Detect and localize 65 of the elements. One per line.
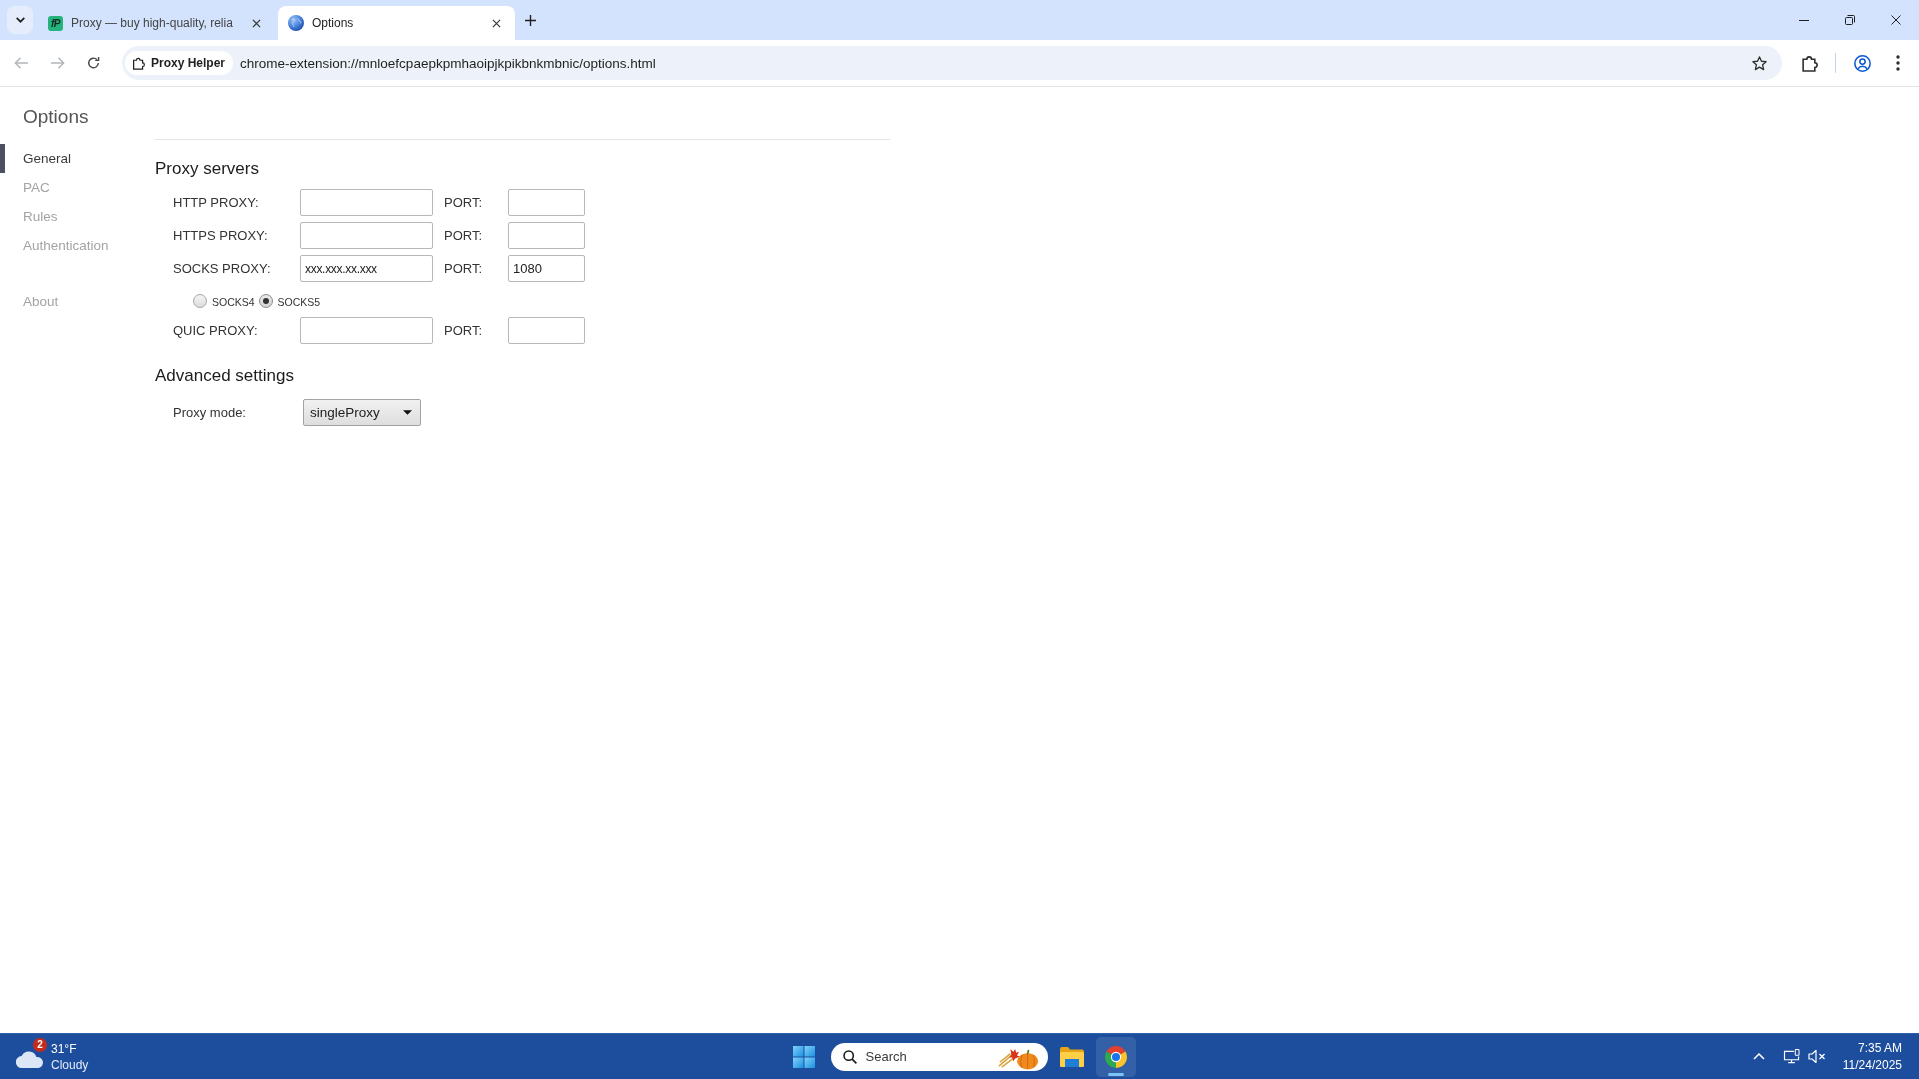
radio-button[interactable]: [193, 293, 207, 308]
globe-icon: [288, 15, 304, 31]
back-arrow-icon: [13, 56, 29, 70]
search-icon: [842, 1049, 857, 1064]
clock-time: 7:35 AM: [1857, 1039, 1902, 1057]
field-label: HTTP PROXY:: [173, 195, 259, 210]
site-info-chip[interactable]: Proxy Helper: [125, 51, 234, 75]
port-field[interactable]: [508, 222, 585, 249]
port-label: PORT:: [444, 261, 483, 276]
temperature-text: 31°F: [51, 1040, 77, 1057]
speaker-icon[interactable]: [1807, 1049, 1826, 1064]
site-logo: fP: [48, 15, 63, 31]
field-label: Proxy mode:: [173, 405, 246, 420]
section-heading: Advanced settings: [155, 365, 294, 387]
port-label: PORT:: [444, 323, 483, 338]
section-heading: Proxy servers: [155, 158, 259, 180]
close-icon[interactable]: [1891, 15, 1901, 25]
restore-icon[interactable]: [1845, 15, 1855, 25]
field-label: QUIC PROXY:: [173, 323, 258, 338]
proxy-host-field[interactable]: xxx.xxx.xx.xxx: [300, 255, 433, 282]
puzzle-piece-icon: [1800, 54, 1818, 72]
radio-label[interactable]: SOCKS5: [277, 295, 321, 308]
notification-badge: 2: [33, 1038, 47, 1052]
port-field[interactable]: [508, 317, 585, 344]
nav-item[interactable]: General: [0, 144, 72, 173]
proxy-mode-dropdown[interactable]: singleProxy: [303, 399, 421, 426]
port-label: PORT:: [444, 228, 483, 243]
chevron-up-icon[interactable]: [1752, 1053, 1765, 1060]
radio-button[interactable]: [258, 293, 273, 308]
network-monitor-icon[interactable]: [1782, 1049, 1801, 1064]
close-icon[interactable]: [252, 18, 261, 28]
caret-icon: [403, 410, 412, 415]
sidebar-title: Options: [23, 105, 89, 129]
browser-tab[interactable]: fP Proxy — buy high-quality, relia: [38, 6, 275, 40]
port-field[interactable]: [508, 189, 585, 216]
indicator-icon: [1107, 1072, 1124, 1076]
port-field[interactable]: 1080: [508, 255, 585, 282]
folder-icon: [1059, 1045, 1084, 1068]
windows-logo-icon: [792, 1045, 815, 1068]
browser-tab[interactable]: Options: [278, 6, 515, 40]
address-bar[interactable]: Proxy Helper chrome-extension://mnloefcpaepkpmhaoipjkpikbnkmbnic/options.html: [122, 46, 1782, 80]
weather-condition-text: Cloudy: [51, 1056, 89, 1073]
field-label: SOCKS PROXY:: [173, 261, 271, 276]
field-label: HTTPS PROXY:: [173, 228, 268, 243]
proxy-host-field[interactable]: [300, 222, 433, 249]
proxy-host-field[interactable]: [300, 317, 433, 344]
minimize-icon[interactable]: [1799, 19, 1809, 21]
cloud-icon[interactable]: [16, 1051, 44, 1068]
clock-date: 11/24/2025: [1842, 1056, 1902, 1074]
close-icon[interactable]: [492, 18, 501, 28]
plus-icon: [524, 14, 536, 26]
forward-arrow-icon: [49, 56, 65, 70]
star-icon[interactable]: [1752, 55, 1767, 71]
chrome-icon: [1103, 1045, 1128, 1068]
taskbar-app-button[interactable]: [1095, 1036, 1136, 1077]
profile-icon: [1853, 54, 1871, 72]
puzzle-piece-icon: [132, 56, 145, 70]
menu-icon: [1896, 55, 1900, 71]
radio-label[interactable]: SOCKS4: [212, 295, 255, 308]
proxy-host-field[interactable]: [300, 189, 433, 216]
search-field[interactable]: Search: [830, 1042, 1048, 1071]
reload-icon: [85, 56, 101, 70]
tab-search-button[interactable]: [7, 6, 33, 34]
port-label: PORT:: [444, 195, 483, 210]
chevron-down-icon: [15, 17, 25, 23]
